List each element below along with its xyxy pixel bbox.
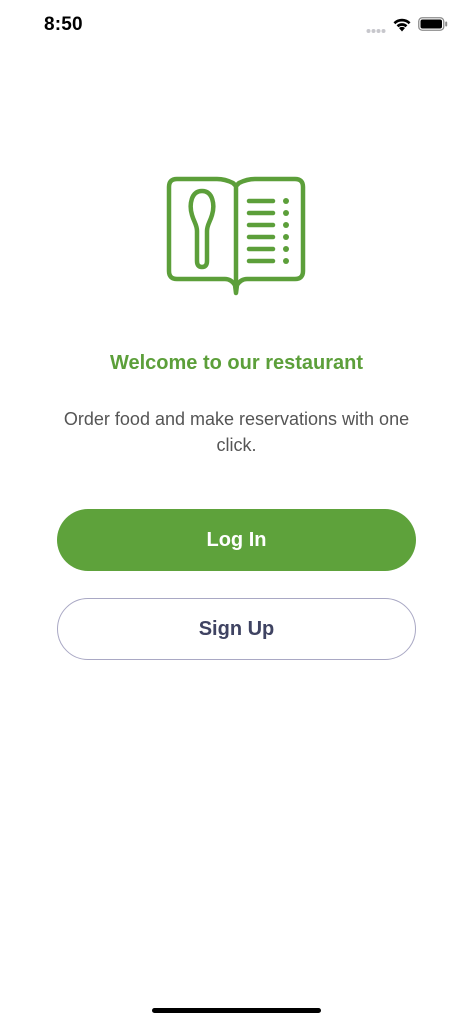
status-time: 8:50 <box>44 14 83 35</box>
status-bar: 8:50 <box>0 0 473 50</box>
welcome-subtitle: Order food and make reservations with on… <box>63 409 410 455</box>
home-indicator[interactable] <box>152 1008 321 1013</box>
login-button[interactable]: Log In <box>57 509 416 571</box>
signup-button[interactable]: Sign Up <box>57 598 416 660</box>
wifi-icon <box>393 18 411 32</box>
battery-icon <box>418 17 448 31</box>
cellular-signal-icon <box>366 29 386 33</box>
menu-book-spoon-icon <box>166 176 306 296</box>
welcome-title: Welcome to our restaurant <box>109 352 364 374</box>
